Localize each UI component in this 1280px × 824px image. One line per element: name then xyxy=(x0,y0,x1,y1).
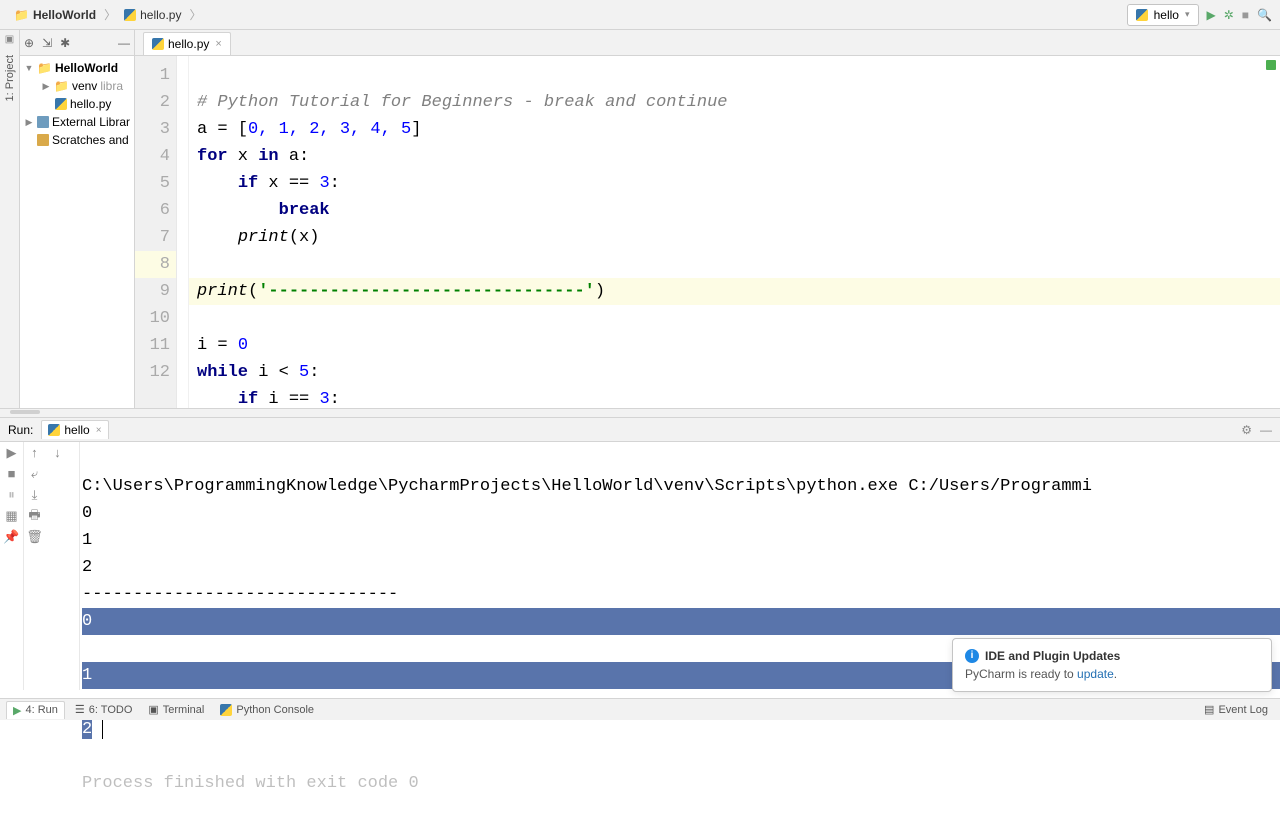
fold-column[interactable] xyxy=(177,56,189,408)
library-icon xyxy=(37,116,49,128)
status-event-log[interactable]: ▤ Event Log xyxy=(1198,701,1274,718)
chevron-right-icon: 〉 xyxy=(104,6,116,23)
breadcrumb-bar: 📁 HelloWorld 〉 hello.py 〉 hello ▾ ▶ ✲ ■ … xyxy=(0,0,1280,30)
status-todo-tab[interactable]: ☰ 6: TODO xyxy=(69,701,138,718)
folder-icon: 📁 xyxy=(54,79,69,93)
python-icon xyxy=(1136,9,1148,21)
run-tab-label: hello xyxy=(64,423,89,437)
horizontal-splitter[interactable] xyxy=(0,408,1280,418)
close-icon[interactable]: × xyxy=(96,425,102,436)
info-icon: i xyxy=(965,649,979,663)
chevron-right-icon[interactable]: ▶ xyxy=(24,117,34,128)
tree-venv-label: venv xyxy=(72,79,97,93)
run-config-name: hello xyxy=(1154,8,1179,22)
search-button[interactable]: 🔍 xyxy=(1257,8,1272,22)
run-icon: ▶ xyxy=(13,704,21,717)
run-tab[interactable]: hello × xyxy=(41,420,108,439)
python-icon xyxy=(220,704,232,716)
editor-tab-label: hello.py xyxy=(168,37,209,51)
print-icon[interactable]: 🖶 xyxy=(27,509,42,524)
chevron-right-icon[interactable]: ▶ xyxy=(41,81,51,92)
status-run-tab[interactable]: ▶ 4: Run xyxy=(6,701,65,719)
hide-icon[interactable]: — xyxy=(1260,423,1272,437)
python-icon xyxy=(48,424,60,436)
hide-icon[interactable]: — xyxy=(118,36,130,50)
tree-root-label: HelloWorld xyxy=(55,61,118,75)
update-link[interactable]: update xyxy=(1077,667,1114,681)
scroll-icon[interactable]: ⤓ xyxy=(27,488,42,503)
text-cursor xyxy=(102,719,103,739)
chevron-down-icon[interactable]: ▼ xyxy=(24,63,34,73)
python-icon xyxy=(124,9,136,21)
folder-icon: 📁 xyxy=(14,8,29,22)
tree-toolbar: ⊕ ⇲ ✱ — xyxy=(20,30,134,56)
up-icon[interactable]: ↑ xyxy=(27,446,42,461)
settings-icon[interactable]: ✱ xyxy=(60,36,70,50)
tree-venv-suffix: libra xyxy=(100,79,123,93)
project-tool-tab[interactable]: 1: Project xyxy=(4,55,16,101)
scratch-icon xyxy=(37,134,49,146)
rerun-button[interactable]: ▶ xyxy=(4,446,19,461)
run-tools-secondary: ↑ ↓ ⤶ ⤓ 🖶 🗑 xyxy=(24,442,80,690)
event-log-icon: ▤ xyxy=(1204,703,1214,716)
settings-icon[interactable]: ⚙ xyxy=(1241,423,1252,437)
run-tools-primary: ▶ ■ ⏸ ▦ 📌 xyxy=(0,442,24,690)
run-panel-label: Run: xyxy=(8,423,33,437)
tree-venv[interactable]: ▶ 📁 venv libra xyxy=(20,77,134,95)
run-panel-header: Run: hello × ⚙ — xyxy=(0,418,1280,442)
tree-scratches[interactable]: Scratches and xyxy=(20,131,134,149)
project-tree: ⊕ ⇲ ✱ — ▼ 📁 HelloWorld ▶ 📁 venv libra he… xyxy=(20,30,135,408)
run-config-selector[interactable]: hello ▾ xyxy=(1127,4,1199,26)
left-tool-strip: ▣ 1: Project xyxy=(0,30,20,408)
wrap-icon[interactable]: ⤶ xyxy=(27,467,42,482)
pause-button[interactable]: ⏸ xyxy=(4,488,19,503)
terminal-icon: ▣ xyxy=(148,703,158,716)
editor-gutter: 1 2 3 4 5 6 7 8 9 10 11 12 xyxy=(135,56,177,408)
python-icon xyxy=(152,38,164,50)
status-python-console-tab[interactable]: Python Console xyxy=(214,702,320,718)
tree-root[interactable]: ▼ 📁 HelloWorld xyxy=(20,59,134,77)
breadcrumb-project[interactable]: 📁 HelloWorld xyxy=(8,6,102,24)
close-icon[interactable]: × xyxy=(215,38,221,50)
collapse-all-icon[interactable]: ⇲ xyxy=(42,36,52,50)
status-terminal-tab[interactable]: ▣ Terminal xyxy=(142,701,210,718)
tree-external[interactable]: ▶ External Librar xyxy=(20,113,134,131)
notification-popup: i IDE and Plugin Updates PyCharm is read… xyxy=(952,638,1272,692)
layout-button[interactable]: ▦ xyxy=(4,509,19,524)
collapse-icon[interactable]: ▣ xyxy=(5,34,14,45)
delete-icon[interactable]: 🗑 xyxy=(27,530,42,545)
breadcrumb-file[interactable]: hello.py xyxy=(118,6,187,24)
breadcrumb-project-label: HelloWorld xyxy=(33,8,96,22)
inspection-ok-icon[interactable] xyxy=(1266,60,1276,70)
debug-button[interactable]: ✲ xyxy=(1224,8,1234,22)
chevron-down-icon: ▾ xyxy=(1185,9,1190,20)
todo-icon: ☰ xyxy=(75,703,85,716)
tree-file-label: hello.py xyxy=(70,97,111,111)
editor: hello.py × 1 2 3 4 5 6 7 8 9 10 11 12 # … xyxy=(135,30,1280,408)
python-icon xyxy=(55,98,67,110)
breadcrumb-file-label: hello.py xyxy=(140,8,181,22)
tree-file[interactable]: hello.py xyxy=(20,95,134,113)
notification-body: PyCharm is ready to xyxy=(965,667,1077,681)
pin-button[interactable]: 📌 xyxy=(4,530,19,545)
notification-title: IDE and Plugin Updates xyxy=(985,649,1120,663)
target-icon[interactable]: ⊕ xyxy=(24,36,34,50)
code-area[interactable]: # Python Tutorial for Beginners - break … xyxy=(189,56,1280,408)
stop-button[interactable]: ■ xyxy=(4,467,19,482)
tree-scratches-label: Scratches and xyxy=(52,133,129,147)
status-bar: ▶ 4: Run ☰ 6: TODO ▣ Terminal Python Con… xyxy=(0,698,1280,720)
run-button[interactable]: ▶ xyxy=(1207,8,1216,22)
chevron-right-icon: 〉 xyxy=(189,6,201,23)
editor-tab[interactable]: hello.py × xyxy=(143,32,231,55)
tree-external-label: External Librar xyxy=(52,115,130,129)
stop-button[interactable]: ■ xyxy=(1242,8,1249,22)
down-icon[interactable]: ↓ xyxy=(50,446,65,461)
folder-icon: 📁 xyxy=(37,61,52,75)
